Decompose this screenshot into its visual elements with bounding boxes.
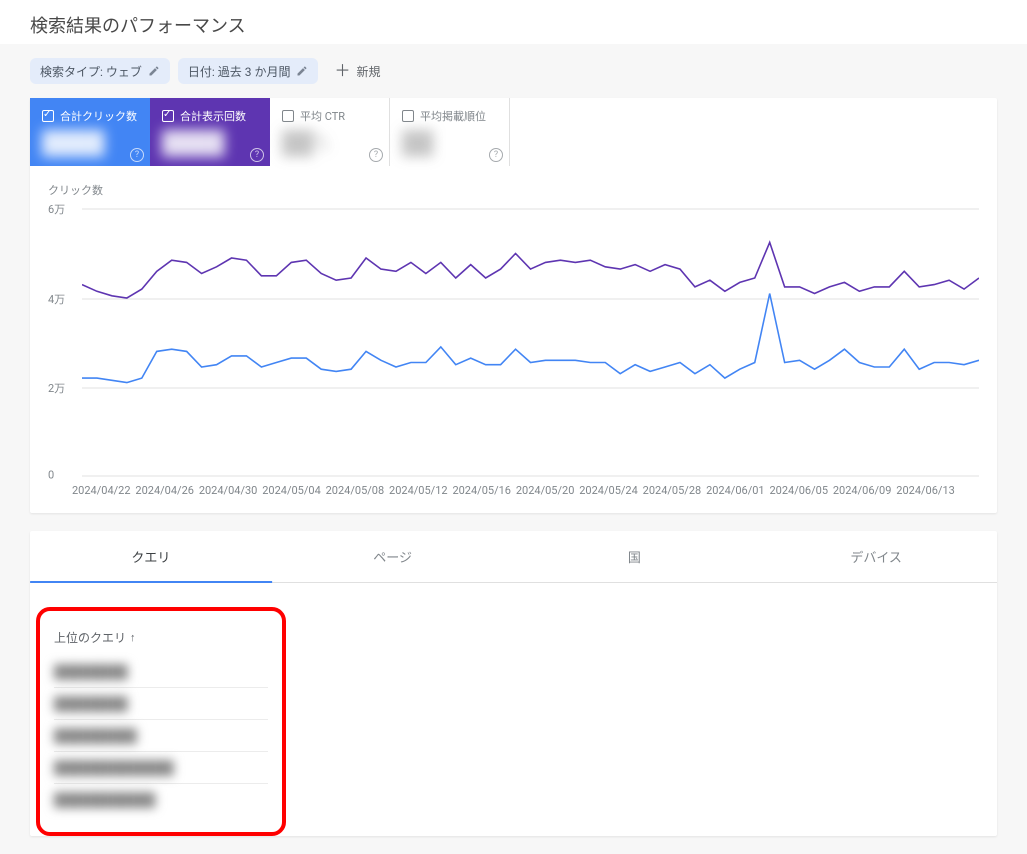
y-tick: 0 — [48, 469, 54, 482]
top-queries-header[interactable]: 上位のクエリ ↑ — [54, 629, 268, 656]
info-icon[interactable]: ? — [130, 148, 144, 162]
checkbox-icon — [402, 110, 414, 122]
metric-label: 合計表示回数 — [180, 108, 246, 124]
metric-value: ████ — [42, 130, 138, 156]
info-icon[interactable]: ? — [369, 148, 383, 162]
query-text: █████████████ — [54, 760, 174, 776]
table-row[interactable]: ████████ — [54, 688, 268, 720]
x-tick: 2024/05/24 — [579, 484, 638, 497]
series-clicks — [82, 294, 979, 383]
filter-bar: 検索タイプ: ウェブ 日付: 過去 3 か月間 ＋ 新規 — [0, 44, 1027, 98]
x-tick: 2024/06/13 — [896, 484, 955, 497]
table-row[interactable]: ███████████ — [54, 784, 268, 816]
top-queries-highlight: 上位のクエリ ↑ ███████████████████████████████… — [36, 607, 286, 836]
checkbox-icon — [282, 110, 294, 122]
chip-label: 検索タイプ: ウェブ — [40, 63, 142, 80]
x-tick: 2024/06/09 — [833, 484, 892, 497]
line-chart — [82, 198, 979, 478]
page-title: 検索結果のパフォーマンス — [0, 0, 1027, 44]
sort-up-icon: ↑ — [130, 631, 136, 644]
x-tick: 2024/04/26 — [135, 484, 194, 497]
query-text: █████████ — [54, 728, 137, 744]
x-tick: 2024/05/08 — [326, 484, 385, 497]
query-text: ████████ — [54, 696, 128, 712]
queries-section: 上位のクエリ ↑ ███████████████████████████████… — [30, 607, 997, 836]
x-tick: 2024/05/28 — [643, 484, 702, 497]
top-queries-label: 上位のクエリ — [54, 629, 126, 646]
metric-ctr[interactable]: 平均 CTR ██% ? — [270, 98, 390, 166]
filter-chip-search-type[interactable]: 検索タイプ: ウェブ — [30, 58, 170, 84]
table-row[interactable]: █████████████ — [54, 752, 268, 784]
metric-label: 平均 CTR — [300, 108, 345, 124]
x-tick: 2024/05/20 — [516, 484, 575, 497]
y-tick: 2万 — [48, 380, 65, 396]
metric-label: 合計クリック数 — [60, 108, 137, 124]
info-icon[interactable]: ? — [250, 148, 264, 162]
pencil-icon — [296, 65, 308, 77]
y-tick: 4万 — [48, 291, 65, 307]
checkbox-icon — [162, 110, 174, 122]
tab-pages[interactable]: ページ — [272, 531, 514, 582]
x-tick: 2024/06/05 — [769, 484, 828, 497]
info-icon[interactable]: ? — [489, 148, 503, 162]
query-text: ████████ — [54, 664, 128, 680]
x-tick: 2024/05/12 — [389, 484, 448, 497]
metric-value: ██% — [282, 130, 377, 156]
plus-icon: ＋ — [334, 65, 350, 77]
dimension-tabs: クエリ ページ 国 デバイス — [30, 531, 997, 583]
chart-area: クリック数 6万 4万 2万 0 2024/04/222024/04/26202… — [30, 166, 997, 513]
tab-devices[interactable]: デバイス — [755, 531, 997, 582]
metric-label: 平均掲載順位 — [420, 108, 486, 124]
add-filter-button[interactable]: ＋ 新規 — [326, 63, 380, 80]
pencil-icon — [148, 65, 160, 77]
metric-impressions[interactable]: 合計表示回数 ████ ? — [150, 98, 270, 166]
metric-value: ████ — [162, 130, 258, 156]
filter-chip-date[interactable]: 日付: 過去 3 か月間 — [178, 58, 319, 84]
tab-countries[interactable]: 国 — [514, 531, 756, 582]
x-tick: 2024/05/16 — [452, 484, 511, 497]
metric-value: ██ — [402, 130, 497, 156]
y-tick: 6万 — [48, 201, 65, 217]
query-text: ███████████ — [54, 792, 155, 808]
x-tick: 2024/04/30 — [199, 484, 258, 497]
add-filter-label: 新規 — [357, 63, 381, 80]
metric-clicks[interactable]: 合計クリック数 ████ ? — [30, 98, 150, 166]
table-row[interactable]: ████████ — [54, 656, 268, 688]
metric-row: 合計クリック数 ████ ? 合計表示回数 ████ ? 平均 CTR ██% … — [30, 98, 997, 166]
chart-canvas: 6万 4万 2万 0 — [48, 198, 979, 478]
chip-label: 日付: 過去 3 か月間 — [188, 63, 291, 80]
x-tick: 2024/06/01 — [706, 484, 765, 497]
x-axis-labels: 2024/04/22 2024/04/26 2024/04/30 2024/05/04… — [48, 478, 979, 507]
checkbox-icon — [42, 110, 54, 122]
table-row[interactable]: █████████ — [54, 720, 268, 752]
performance-card: 合計クリック数 ████ ? 合計表示回数 ████ ? 平均 CTR ██% … — [30, 98, 997, 513]
tab-queries[interactable]: クエリ — [30, 531, 272, 582]
x-tick: 2024/05/04 — [262, 484, 321, 497]
chart-y-axis-title: クリック数 — [48, 182, 979, 198]
series-impressions — [82, 242, 979, 298]
dimension-card: クエリ ページ 国 デバイス 上位のクエリ ↑ ████████████████… — [30, 531, 997, 836]
metric-position[interactable]: 平均掲載順位 ██ ? — [390, 98, 510, 166]
x-tick: 2024/04/22 — [72, 484, 131, 497]
